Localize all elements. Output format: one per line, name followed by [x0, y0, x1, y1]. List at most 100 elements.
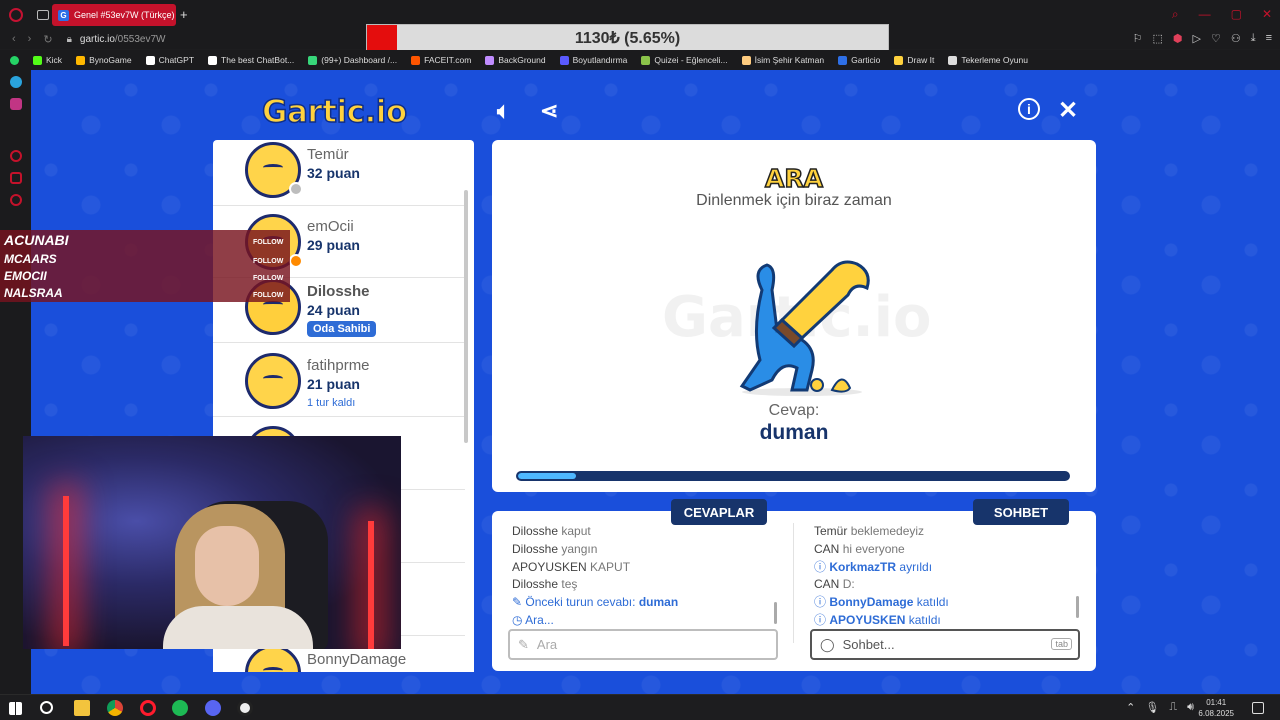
- bookmark-label: Tekerleme Oyunu: [961, 55, 1028, 65]
- discord-icon[interactable]: [205, 700, 221, 716]
- close-window-button[interactable]: ✕: [1262, 7, 1272, 22]
- answer-user: APOYUSKEN: [512, 559, 587, 574]
- answer-value: duman: [759, 421, 829, 444]
- player-score: 21 puan: [307, 376, 360, 392]
- lock-icon[interactable]: 🔒︎: [67, 34, 72, 45]
- player-status-dot: [289, 182, 303, 196]
- bookmark-item[interactable]: İsim Şehir Katman: [741, 55, 824, 65]
- account-icon[interactable]: ⚇: [1231, 32, 1241, 45]
- answer-user: Dilosshe: [512, 577, 559, 592]
- chat-scrollbar[interactable]: [1076, 596, 1079, 618]
- exit-close-icon[interactable]: ✕: [1058, 96, 1078, 125]
- bookmark-item[interactable]: Garticio: [838, 55, 880, 65]
- address-bar[interactable]: gartic.io/0553ev7W: [80, 34, 166, 45]
- sound-icon[interactable]: 🔈︎: [497, 98, 510, 124]
- quizei-icon: [641, 55, 651, 65]
- notification-icon[interactable]: [1252, 702, 1264, 714]
- follow-tag: FOLLOW: [253, 292, 284, 299]
- instagram-icon[interactable]: [10, 98, 22, 110]
- search-icon[interactable]: ⌕: [1172, 7, 1179, 22]
- chat-message: CAN hi everyone: [814, 541, 1074, 559]
- follow-alert-row: NALSRAA FOLLOW: [0, 285, 290, 302]
- tekerleme-icon: [948, 55, 958, 65]
- info-icon[interactable]: i: [1018, 98, 1040, 120]
- network-icon[interactable]: ⎍: [1169, 701, 1177, 714]
- bookmark-icon[interactable]: ⚐: [1133, 32, 1143, 45]
- answer-text: teş: [561, 577, 578, 592]
- pencil-icon: ✎: [512, 595, 523, 610]
- player-card[interactable]: Temür 32 puan: [213, 140, 465, 206]
- chat-input[interactable]: ◯ Sohbet... tab: [810, 629, 1080, 660]
- tray-chevron-icon[interactable]: ⌃: [1126, 701, 1135, 714]
- player-name: emOcii: [307, 218, 354, 235]
- bookmark-label: Kick: [46, 55, 63, 65]
- microphone-icon[interactable]: 🎙︎: [1145, 701, 1159, 714]
- round-title: ARA: [764, 163, 823, 194]
- menu-icon[interactable]: ≡: [1266, 32, 1272, 45]
- chat-user: APOYUSKEN: [829, 612, 906, 627]
- bookmark-item[interactable]: FACEIT.com: [411, 55, 471, 65]
- bookmark-item[interactable]: The best ChatBot...: [208, 55, 294, 65]
- garticio-icon: [838, 55, 848, 65]
- opera-icon[interactable]: [140, 700, 156, 716]
- forward-button[interactable]: ›: [28, 33, 32, 45]
- player-card[interactable]: fatihprme 21 puan 1 tur kaldı: [213, 345, 465, 417]
- obs-icon[interactable]: [237, 700, 253, 716]
- opera-logo-icon[interactable]: [9, 7, 23, 22]
- extensions-icon[interactable]: [10, 172, 22, 184]
- snapshot-icon[interactable]: ⬚: [1152, 32, 1162, 45]
- paint-drop: [810, 378, 824, 392]
- bookmark-label: (99+) Dashboard /...: [321, 55, 398, 65]
- chat-message: Temür beklemedeyiz: [814, 523, 1074, 541]
- tab-islands-icon[interactable]: [37, 9, 49, 20]
- back-button[interactable]: ‹: [12, 33, 16, 45]
- download-icon[interactable]: ⤓: [1251, 32, 1256, 45]
- bookmark-item[interactable]: BynoGame: [76, 55, 132, 65]
- bookmark-item[interactable]: ChatGPT: [145, 55, 195, 65]
- player-icon[interactable]: ▷: [1192, 32, 1200, 45]
- answers-tab[interactable]: CEVAPLAR: [671, 499, 767, 525]
- paint-splash: [830, 378, 852, 393]
- bookmark-item[interactable]: Tekerleme Oyunu: [948, 55, 1028, 65]
- info-icon: ⓘ: [814, 595, 827, 610]
- gartic-logo[interactable]: Gartic.io: [261, 93, 408, 131]
- browser-tab-active[interactable]: G Genel #53ev7W (Türkçe): [52, 4, 176, 26]
- bookmark-item[interactable]: BackGround: [485, 55, 546, 65]
- reload-button[interactable]: ↻: [43, 33, 52, 46]
- start-windows-icon[interactable]: [9, 702, 22, 715]
- chat-input-placeholder: Sohbet...: [842, 637, 895, 652]
- new-tab-button[interactable]: +: [180, 7, 188, 22]
- whatsapp-icon[interactable]: [10, 55, 19, 65]
- vpn-icon[interactable]: ⬢: [1173, 32, 1183, 45]
- file-explorer-icon[interactable]: [74, 700, 90, 716]
- bookmark-label: ChatGPT: [158, 55, 195, 65]
- maximize-button[interactable]: ▢: [1231, 7, 1242, 22]
- answer-line: Dilosshe yangın: [512, 541, 772, 559]
- minimize-button[interactable]: —: [1199, 7, 1211, 22]
- red-lamp-right: [368, 521, 374, 649]
- chrome-icon[interactable]: [107, 700, 123, 716]
- bookmark-item[interactable]: Kick: [33, 55, 62, 65]
- bookmark-item[interactable]: Draw It: [894, 55, 934, 65]
- search-icon[interactable]: [40, 701, 53, 714]
- streamer-face: [195, 526, 259, 606]
- heart-icon[interactable]: ♡: [1211, 32, 1221, 45]
- bookmark-item[interactable]: Boyutlandırma: [559, 55, 627, 65]
- player-list-scrollbar[interactable]: [464, 190, 468, 443]
- chat-tab[interactable]: SOHBET: [973, 499, 1069, 525]
- bookmark-label: FACEIT.com: [424, 55, 472, 65]
- history-icon[interactable]: [10, 150, 22, 162]
- settings-gear-icon[interactable]: [10, 194, 22, 206]
- info-icon: ⓘ: [814, 612, 827, 627]
- bookmark-item[interactable]: Quizei - Eğlenceli...: [641, 55, 728, 65]
- share-icon[interactable]: ⋖: [540, 98, 558, 124]
- clock-date: 6.08.2025: [1198, 709, 1234, 718]
- bookmark-item[interactable]: (99+) Dashboard /...: [308, 55, 397, 65]
- volume-icon[interactable]: 🔊︎: [1187, 701, 1194, 714]
- chat-text: D:: [842, 577, 855, 592]
- telegram-icon[interactable]: [10, 76, 22, 88]
- spotify-icon[interactable]: [172, 700, 188, 716]
- answers-scrollbar[interactable]: [774, 602, 777, 624]
- answer-input[interactable]: ✎ Ara: [508, 629, 778, 660]
- taskbar-clock[interactable]: 01:41 6.08.2025: [1198, 697, 1234, 719]
